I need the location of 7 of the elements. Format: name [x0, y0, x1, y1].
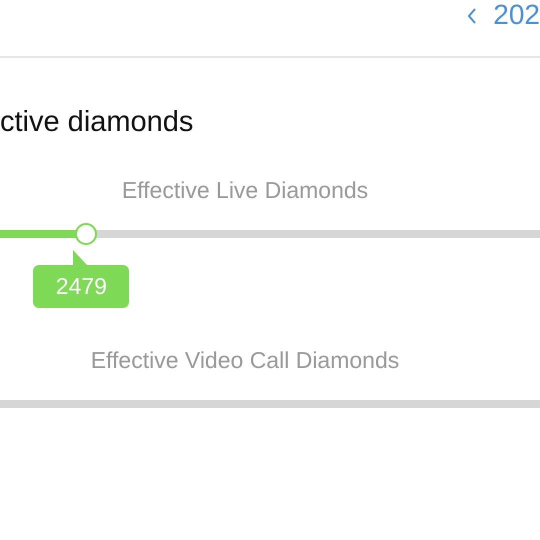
chevron-left-icon[interactable]	[467, 8, 478, 24]
date-label[interactable]: 202	[493, 0, 540, 30]
slider-thumb[interactable]	[75, 223, 98, 245]
value-tooltip: 2479	[33, 265, 130, 308]
slider-label: Effective Live Diamonds	[120, 176, 370, 205]
section-title: ctive diamonds	[0, 105, 194, 140]
slider-label: Effective Video Call Diamonds	[90, 346, 400, 375]
